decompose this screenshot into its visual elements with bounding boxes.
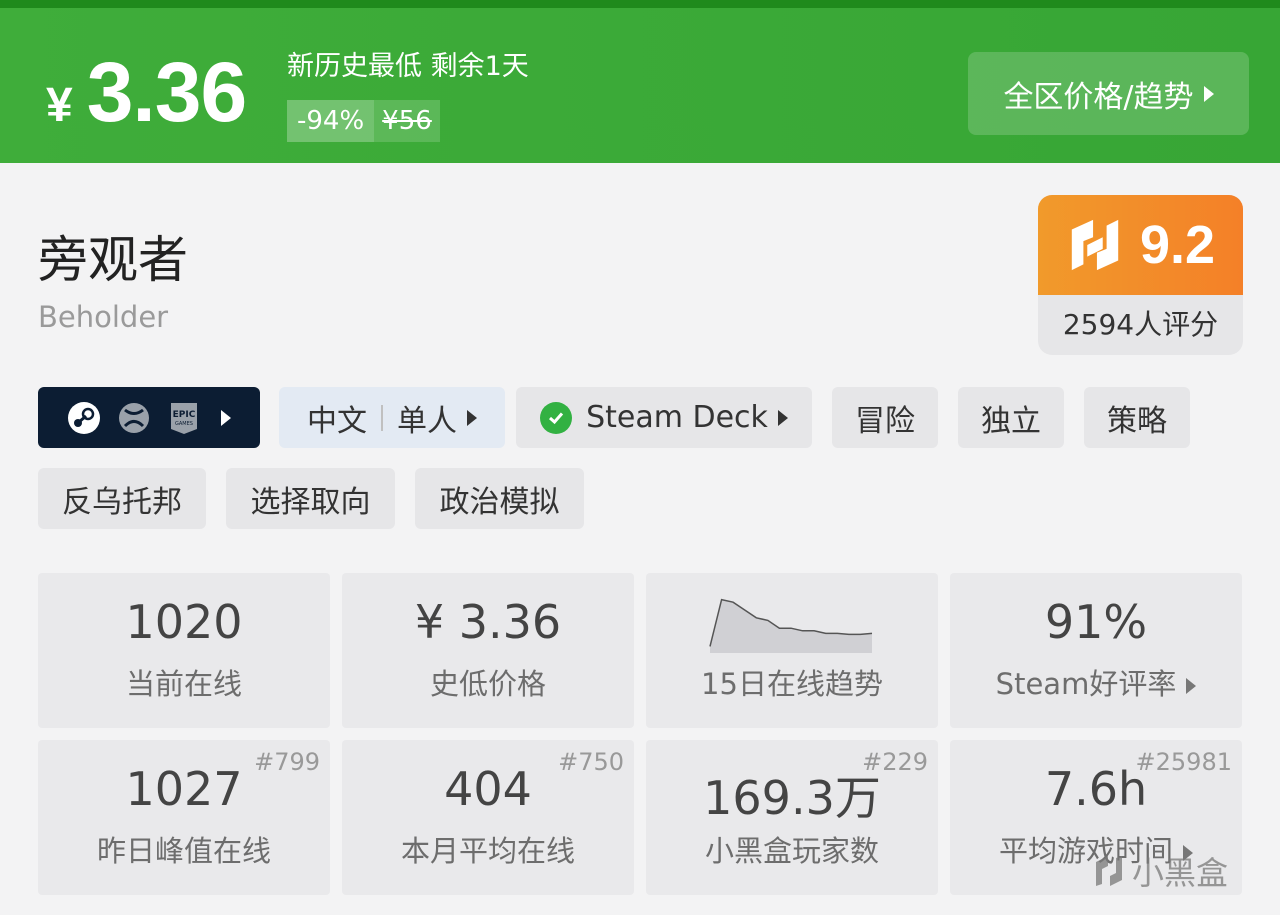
stat-players: #229 169.3万 小黑盒玩家数: [646, 740, 938, 895]
genre-tag-indie[interactable]: 独立: [958, 387, 1064, 448]
rating-count: 2594人评分: [1062, 308, 1219, 341]
stat-label: 小黑盒玩家数: [704, 834, 879, 868]
discount-badge: -94%: [287, 100, 375, 142]
stat-online-trend[interactable]: 15日在线趋势: [646, 573, 938, 728]
stat-label: 当前在线: [125, 667, 242, 701]
stat-value: 91%: [1044, 595, 1148, 649]
divider: [381, 404, 383, 431]
language-label: 中文: [307, 403, 367, 439]
original-price: ¥56: [374, 100, 440, 142]
region-price-label: 全区价格/趋势: [1003, 79, 1194, 115]
language-tag[interactable]: 中文 单人: [279, 387, 505, 448]
stat-value: 7.6h: [1044, 762, 1148, 816]
score-header: 9.2: [1038, 195, 1243, 295]
stat-label: 昨日峰值在线: [96, 834, 271, 868]
stat-current-online: 1020 当前在线: [38, 573, 330, 728]
xbox-icon: [119, 402, 149, 433]
stat-label: 本月平均在线: [400, 834, 575, 868]
check-icon: [540, 401, 573, 434]
caret-right-icon: [221, 409, 231, 426]
price-banner: ¥ 3.36 新历史最低 剩余1天 -94% ¥56 全区价格/趋势: [0, 0, 1280, 163]
region-price-button[interactable]: 全区价格/趋势: [968, 52, 1249, 135]
stat-yesterday-peak: #799 1027 昨日峰值在线: [38, 740, 330, 895]
discount-row: -94% ¥56: [287, 100, 440, 142]
sparkline-area: [710, 599, 872, 653]
genre-tag-choices[interactable]: 选择取向: [226, 468, 395, 529]
steam-icon: [68, 401, 100, 434]
heybox-watermark-icon: [1096, 856, 1122, 886]
price-value: 3.36: [86, 45, 247, 139]
stat-value: 404: [444, 762, 532, 816]
genre-tag-strategy[interactable]: 策略: [1084, 387, 1190, 448]
platform-tag[interactable]: EPIC GAMES: [38, 387, 260, 448]
game-subtitle: Beholder: [38, 300, 169, 334]
stat-value: 1027: [125, 762, 243, 816]
game-title: 旁观者: [38, 231, 188, 289]
stat-lowest-price: ¥ 3.36 史低价格: [342, 573, 634, 728]
caret-right-icon: [467, 409, 477, 426]
genre-tag-political-sim[interactable]: 政治模拟: [415, 468, 584, 529]
trend-sparkline: [709, 598, 873, 653]
caret-right-icon: [777, 409, 788, 426]
stat-value: 1020: [125, 595, 243, 649]
genre-tag-adventure[interactable]: 冒险: [832, 387, 938, 448]
score-card[interactable]: 9.2 2594人评分: [1038, 195, 1243, 355]
watermark-text: 小黑盒: [1132, 854, 1229, 892]
watermark: 小黑盒: [1092, 848, 1228, 894]
currency-symbol: ¥: [46, 79, 73, 132]
heybox-logo-icon: [1071, 219, 1119, 271]
stat-label-row: Steam好评率: [950, 661, 1242, 703]
caret-right-icon: [1203, 85, 1214, 102]
score-value: 9.2: [1139, 215, 1216, 275]
stat-label: 史低价格: [429, 667, 546, 701]
stat-value: ¥ 3.36: [414, 595, 562, 649]
steam-deck-tag[interactable]: Steam Deck: [516, 387, 812, 448]
stat-value: 169.3万: [703, 771, 881, 825]
stat-label: 15日在线趋势: [701, 667, 883, 701]
stat-label: Steam好评率: [995, 667, 1177, 701]
current-price: ¥ 3.36: [46, 44, 247, 141]
caret-right-icon: [1186, 678, 1197, 694]
promo-text: 新历史最低 剩余1天: [287, 51, 529, 82]
svg-text:GAMES: GAMES: [175, 421, 193, 427]
stat-steam-rating[interactable]: 91% Steam好评率: [950, 573, 1242, 728]
svg-text:EPIC: EPIC: [173, 410, 196, 420]
stat-month-average: #750 404 本月平均在线: [342, 740, 634, 895]
genre-tag-dystopia[interactable]: 反乌托邦: [38, 468, 206, 529]
mode-label: 单人: [397, 403, 457, 439]
steam-deck-label: Steam Deck: [586, 400, 768, 435]
epic-icon: EPIC GAMES: [171, 402, 197, 434]
